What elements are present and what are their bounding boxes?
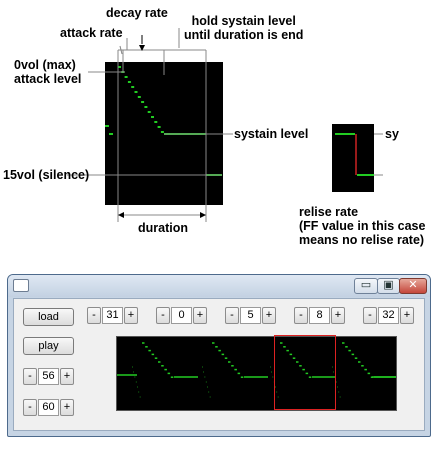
relise-label-line1: relise rate (299, 205, 359, 219)
value-field[interactable]: 8 (309, 307, 330, 324)
increment-button[interactable]: + (193, 307, 207, 324)
value-field[interactable]: 32 (378, 307, 399, 324)
relise-label: relise rate (FF value in this case means… (299, 205, 425, 247)
silence-label: 15vol (silence) (3, 168, 90, 182)
increment-button[interactable]: + (331, 307, 345, 324)
systain-level-label-cut: sy (385, 127, 399, 141)
relise-label-line3: means no relise rate) (299, 233, 425, 247)
play-button[interactable]: play (23, 337, 74, 355)
value-field[interactable]: 0 (171, 307, 192, 324)
hold-label-line1: hold systain level (191, 14, 296, 28)
minimize-button[interactable]: ▭ (354, 278, 378, 294)
title-bar[interactable]: ▭ ▣ ✕ (8, 275, 430, 297)
hold-label-line2: until duration is end (184, 28, 304, 42)
app-icon[interactable] (13, 279, 29, 292)
decay-rate-label: decay rate (106, 6, 168, 20)
decrement-button[interactable]: - (23, 368, 37, 385)
decrement-button[interactable]: - (156, 307, 170, 324)
selection-highlight (274, 335, 336, 410)
max-vol-label-line2: attack level (14, 72, 82, 86)
increment-button[interactable]: + (60, 368, 74, 385)
app-window: ▭ ▣ ✕ load play - 31 + - 0 + - 5 + - 8 +… (7, 274, 431, 437)
decrement-button[interactable]: - (225, 307, 239, 324)
client-area: load play - 31 + - 0 + - 5 + - 8 + - 32 … (13, 298, 425, 431)
close-button[interactable]: ✕ (399, 278, 427, 294)
value-field[interactable]: 60 (38, 399, 59, 416)
duration-label: duration (138, 221, 188, 235)
increment-button[interactable]: + (400, 307, 414, 324)
systain-level-label: systain level (234, 127, 309, 141)
max-vol-label-line1: 0vol (max) (14, 58, 76, 72)
maximize-button[interactable]: ▣ (377, 278, 400, 294)
decrement-button[interactable]: - (294, 307, 308, 324)
load-button[interactable]: load (23, 308, 74, 326)
relise-label-line2: (FF value in this case (299, 219, 426, 233)
attack-rate-label: attack rate (60, 26, 123, 40)
decrement-button[interactable]: - (23, 399, 37, 416)
increment-button[interactable]: + (124, 307, 138, 324)
value-field[interactable]: 31 (102, 307, 123, 324)
waveform-display[interactable] (116, 335, 397, 411)
hold-label: hold systain level until duration is end (184, 14, 303, 42)
increment-button[interactable]: + (262, 307, 276, 324)
decrement-button[interactable]: - (87, 307, 101, 324)
waveform-trace (117, 342, 396, 398)
value-field[interactable]: 5 (240, 307, 261, 324)
increment-button[interactable]: + (60, 399, 74, 416)
value-field[interactable]: 56 (38, 368, 59, 385)
max-vol-label: 0vol (max) attack level (14, 58, 81, 86)
decrement-button[interactable]: - (363, 307, 377, 324)
